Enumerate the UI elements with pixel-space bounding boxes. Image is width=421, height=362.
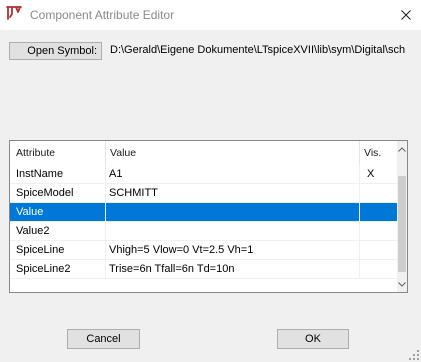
attribute-value: Vhigh=5 Vlow=0 Vt=2.5 Vh=1 <box>109 244 254 256</box>
resize-grip-icon[interactable] <box>408 349 420 361</box>
title-bar[interactable]: Component Attribute Editor <box>0 0 421 30</box>
close-icon[interactable] <box>390 0 421 30</box>
attribute-name: Value2 <box>16 225 50 237</box>
attribute-name: SpiceLine <box>16 244 65 256</box>
table-row-selected[interactable]: Value <box>10 203 397 222</box>
column-header-attribute[interactable]: Attribute <box>16 141 55 165</box>
column-header-value[interactable]: Value <box>110 141 136 165</box>
scroll-up-icon[interactable] <box>397 142 407 156</box>
attribute-name: SpiceLine2 <box>16 263 71 275</box>
cancel-button[interactable]: Cancel <box>67 329 140 349</box>
column-divider[interactable] <box>359 141 360 165</box>
attribute-name: SpiceModel <box>16 187 74 199</box>
scrollbar-thumb[interactable] <box>398 176 406 272</box>
window-title: Component Attribute Editor <box>30 8 175 22</box>
component-attribute-editor-dialog: Component Attribute Editor Open Symbol: … <box>0 0 421 362</box>
attribute-name: InstName <box>16 168 64 180</box>
attribute-name: Value <box>16 206 44 218</box>
table-header: Attribute Value Vis. <box>10 141 397 165</box>
attribute-value: Trise=6n Tfall=6n Td=10n <box>109 263 235 275</box>
ltspice-app-icon <box>6 5 22 21</box>
attribute-table[interactable]: Attribute Value Vis. InstName A1 X Spice… <box>9 140 408 293</box>
symbol-path: D:\Gerald\Eigene Dokumente\LTspiceXVII\l… <box>110 44 406 56</box>
table-row[interactable]: SpiceModel SCHMITT <box>10 184 397 203</box>
open-symbol-button[interactable]: Open Symbol: <box>9 42 102 60</box>
table-row[interactable]: SpiceLine Vhigh=5 Vlow=0 Vt=2.5 Vh=1 <box>10 241 397 260</box>
scroll-down-icon[interactable] <box>397 277 407 291</box>
table-rows: InstName A1 X SpiceModel SCHMITT Value V… <box>10 165 397 279</box>
vertical-scrollbar[interactable] <box>397 141 407 292</box>
attribute-value: A1 <box>109 168 123 180</box>
column-header-vis[interactable]: Vis. <box>364 141 381 165</box>
table-row[interactable]: InstName A1 X <box>10 165 397 184</box>
visibility-mark: X <box>367 168 375 180</box>
column-divider[interactable] <box>105 141 106 165</box>
ok-button[interactable]: OK <box>277 329 349 349</box>
table-row[interactable]: Value2 <box>10 222 397 241</box>
attribute-value: SCHMITT <box>109 187 158 199</box>
table-row[interactable]: SpiceLine2 Trise=6n Tfall=6n Td=10n <box>10 260 397 279</box>
